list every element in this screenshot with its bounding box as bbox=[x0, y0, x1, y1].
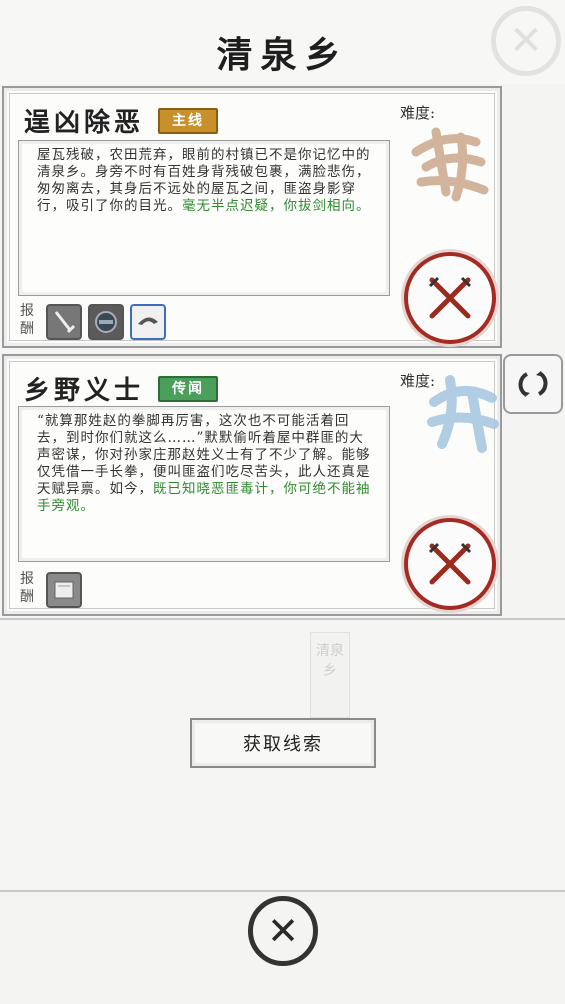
quest-card: 乡野义士 传闻 难度: “就算那姓赵的拳脚再厉害，这次也不可能活着回去，到时你们… bbox=[2, 354, 502, 616]
armor-item-icon[interactable] bbox=[88, 304, 124, 340]
start-battle-button[interactable] bbox=[404, 518, 496, 610]
start-battle-button[interactable] bbox=[404, 252, 496, 344]
quest-title: 逞凶除恶 bbox=[24, 108, 145, 138]
location-banner: 清泉乡 bbox=[310, 632, 350, 718]
reward-label: 报酬 bbox=[20, 303, 34, 337]
refresh-icon bbox=[518, 371, 548, 397]
book-item-icon[interactable] bbox=[46, 572, 82, 608]
quest-description: 屋瓦残破，农田荒弃，眼前的村镇已不是你记忆中的清泉乡。身旁不时有百姓身背残破包裹… bbox=[18, 140, 390, 296]
difficulty-hard-icon bbox=[406, 122, 490, 206]
quest-card: 逞凶除恶 主线 难度: 屋瓦残破，农田荒弃，眼前的村镇已不是你记忆中的清泉乡。身… bbox=[2, 86, 502, 348]
header: 清泉乡 ✕ bbox=[0, 0, 565, 84]
refresh-button[interactable] bbox=[503, 354, 563, 414]
quest-tag: 主线 bbox=[158, 108, 218, 134]
quest-description: “就算那姓赵的拳脚再厉害，这次也不可能活着回去，到时你们就这么……”默默偷听着屋… bbox=[18, 406, 390, 562]
quest-tag: 传闻 bbox=[158, 376, 218, 402]
close-icon[interactable]: ✕ bbox=[491, 6, 561, 76]
close-icon[interactable]: ✕ bbox=[248, 896, 318, 966]
difficulty-medium-icon bbox=[422, 372, 500, 458]
difficulty-label: 难度: bbox=[400, 104, 436, 122]
quest-title: 乡野义士 bbox=[24, 376, 145, 406]
page-title: 清泉乡 bbox=[216, 34, 349, 76]
sword-item-icon[interactable] bbox=[46, 304, 82, 340]
get-clue-button[interactable]: 获取线索 bbox=[190, 718, 376, 768]
helmet-item-icon[interactable] bbox=[130, 304, 166, 340]
reward-label: 报酬 bbox=[20, 571, 34, 605]
